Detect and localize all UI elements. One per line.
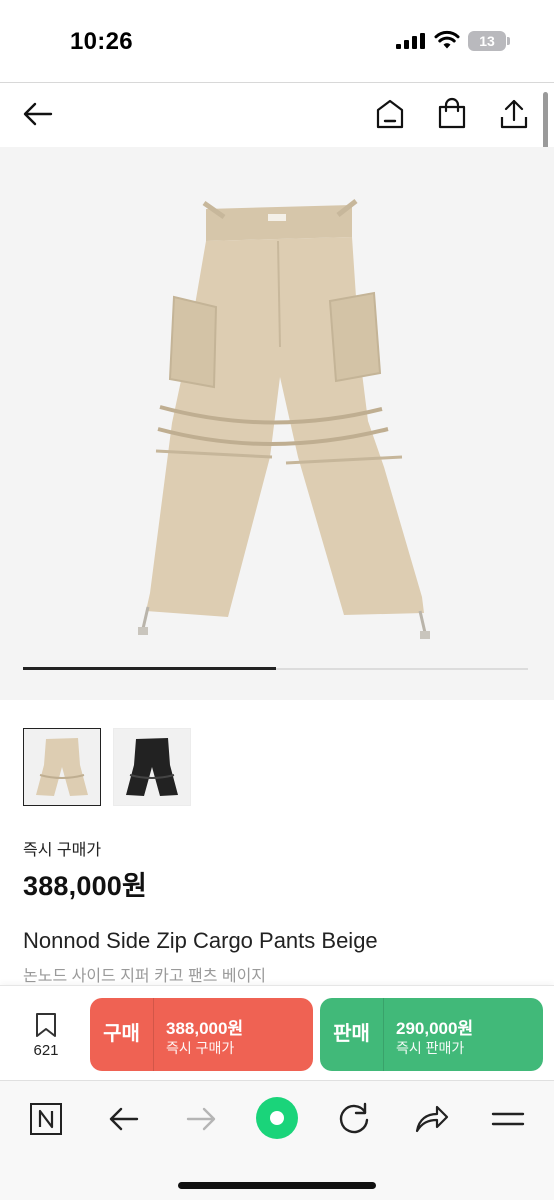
sell-button[interactable]: 판매 290,000원 즉시 판매가 — [320, 998, 543, 1071]
gallery-progress-bar — [23, 667, 276, 670]
menu-icon[interactable] — [488, 1099, 528, 1139]
buy-label: 구매 — [103, 1023, 140, 1045]
reload-icon[interactable] — [334, 1099, 374, 1139]
bookmark-icon — [36, 1013, 56, 1037]
price-label: 즉시 구매가 — [23, 842, 102, 859]
forward-arrow-icon[interactable] — [181, 1099, 221, 1139]
thumbnail-beige[interactable] — [23, 728, 101, 806]
buy-button[interactable]: 구매 388,000원 즉시 구매가 — [90, 998, 313, 1071]
browser-toolbar — [0, 1080, 554, 1200]
buy-price: 388,000원 — [166, 1019, 244, 1038]
divider — [383, 998, 384, 1071]
battery-level: 13 — [479, 33, 495, 49]
wishlist-count: 621 — [33, 1042, 59, 1059]
sell-price: 290,000원 — [396, 1019, 474, 1038]
battery-icon: 13 — [468, 31, 510, 51]
price-value: 388,000원 — [23, 871, 148, 901]
home-icon[interactable] — [373, 97, 407, 131]
product-image — [138, 199, 430, 639]
product-name: Nonnod Side Zip Cargo Pants Beige — [23, 928, 378, 953]
green-dot-icon[interactable] — [254, 1095, 300, 1141]
divider — [153, 998, 154, 1071]
wifi-icon — [434, 30, 460, 49]
arrow-left-icon[interactable] — [21, 97, 55, 131]
sell-sub-label: 즉시 판매가 — [396, 1040, 465, 1056]
shopping-bag-icon[interactable] — [435, 97, 469, 131]
product-gallery[interactable] — [0, 147, 554, 700]
wishlist-button[interactable]: 621 — [18, 1012, 74, 1072]
share-arrow-icon[interactable] — [411, 1099, 451, 1139]
thumbnail-image — [126, 738, 178, 796]
sell-label: 판매 — [333, 1023, 370, 1045]
status-bar: 10:26 13 — [0, 0, 554, 82]
thumbnail-black[interactable] — [113, 728, 191, 806]
naver-n-icon[interactable] — [26, 1099, 66, 1139]
app-header — [0, 83, 554, 147]
purchase-action-bar: 621 구매 388,000원 즉시 구매가 판매 290,000원 즉시 판매… — [0, 985, 554, 1080]
product-name-korean: 논노드 사이드 지퍼 카고 팬츠 베이지 — [23, 968, 267, 985]
cellular-signal-icon — [396, 33, 425, 49]
buy-sub-label: 즉시 구매가 — [166, 1040, 235, 1056]
back-arrow-icon[interactable] — [104, 1099, 144, 1139]
gallery-progress-track — [23, 667, 528, 670]
status-time: 10:26 — [70, 28, 133, 55]
home-indicator — [178, 1182, 376, 1189]
share-icon[interactable] — [497, 97, 531, 131]
thumbnail-image — [36, 738, 88, 796]
